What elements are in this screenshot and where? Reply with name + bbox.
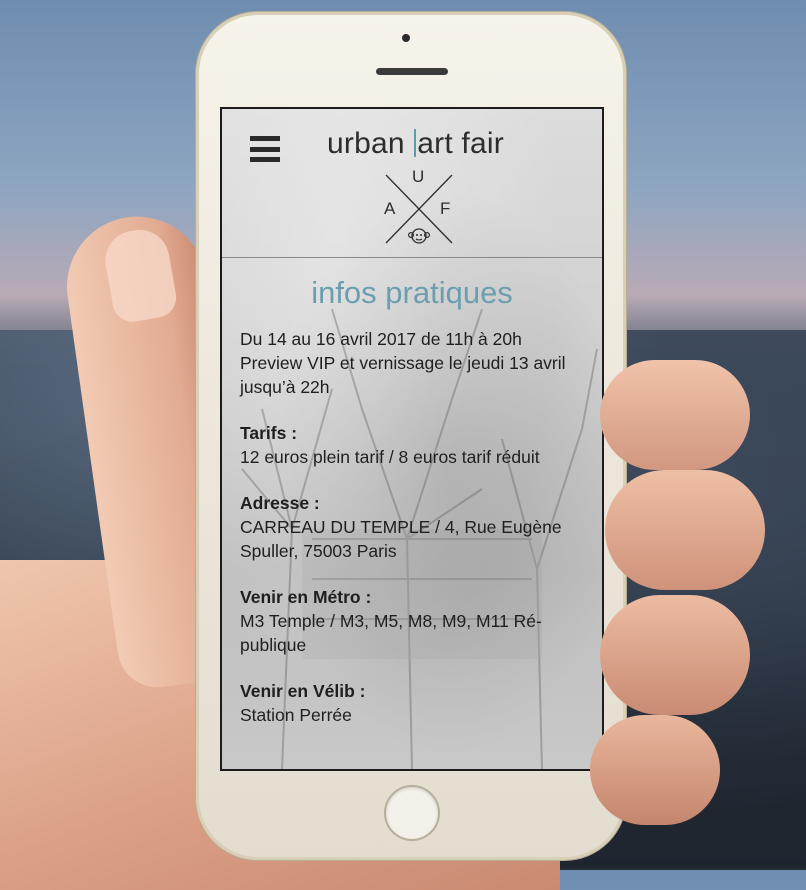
page-title: infos pratiques: [311, 275, 513, 310]
event-dates: Du 14 au 16 avril 2017 de 11h à 20h Prev…: [240, 329, 566, 397]
app-header: urban art fair U A F: [222, 109, 602, 258]
section-adresse: Adresse : CARREAU DU TEMPLE / 4, Rue Eug…: [240, 491, 585, 563]
section-metro: Venir en Métro : M3 Temple / M3, M5, M8,…: [240, 585, 585, 657]
home-button-icon[interactable]: [384, 785, 440, 841]
section-heading: Venir en Métro :: [240, 587, 372, 607]
brand-wordmark[interactable]: urban art fair: [327, 127, 504, 161]
hand-finger: [600, 595, 750, 715]
hamburger-icon[interactable]: [250, 136, 280, 162]
logo-letter-f: F: [440, 199, 451, 218]
logo-letter-u: U: [412, 167, 425, 186]
info-body: Du 14 au 16 avril 2017 de 11h à 20h Prev…: [240, 327, 585, 749]
brand-word-urban: urban: [327, 127, 405, 160]
monkey-icon: [408, 228, 430, 244]
section-text: Station Perrée: [240, 705, 352, 725]
section-text: CARREAU DU TEMPLE / 4, Rue Eugène Spulle…: [240, 517, 562, 561]
smartphone: urban art fair U A F infos pratiques Du …: [196, 12, 626, 860]
section-text: M3 Temple / M3, M5, M8, M9, M11 Ré-publi…: [240, 611, 542, 655]
section-heading: Adresse :: [240, 493, 320, 513]
section-tarifs: Tarifs : 12 euros plein tarif / 8 euros …: [240, 421, 585, 469]
logo-letter-a: A: [384, 199, 396, 218]
section-velib: Venir en Vélib : Station Perrée: [240, 679, 585, 727]
phone-screen: urban art fair U A F infos pratiques Du …: [220, 107, 604, 771]
hand-finger: [605, 470, 765, 590]
camera-dot: [402, 34, 410, 42]
hand-finger: [590, 715, 720, 825]
brand-word-art-fair: art fair: [417, 127, 504, 160]
brand-divider: [414, 129, 417, 157]
earpiece: [376, 68, 448, 75]
section-heading: Tarifs :: [240, 423, 298, 443]
auf-logo: U A F: [380, 167, 458, 249]
section-heading: Venir en Vélib :: [240, 681, 366, 701]
hand-finger: [600, 360, 750, 470]
section-text: 12 euros plein tarif / 8 euros tarif réd…: [240, 447, 540, 467]
